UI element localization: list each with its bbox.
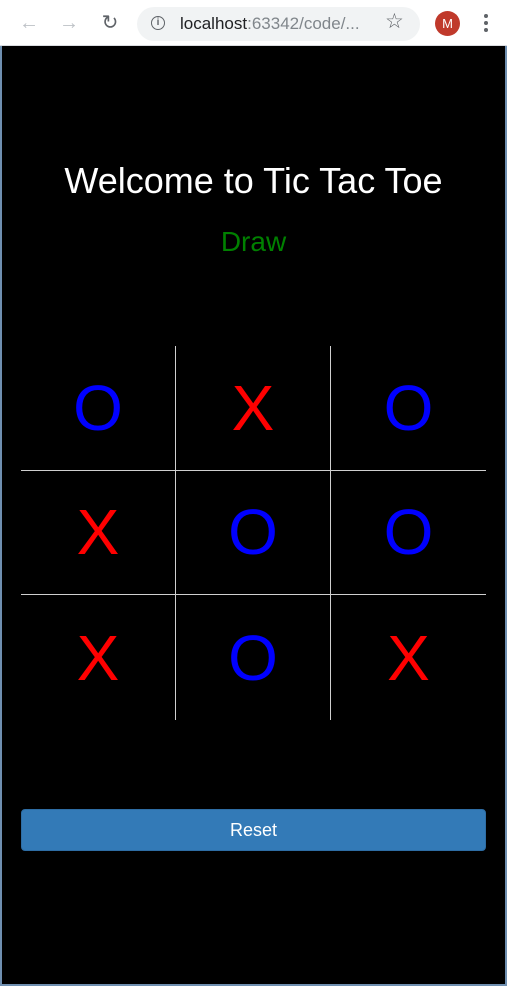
page-viewport: Welcome to Tic Tac Toe Draw O X O X O O … xyxy=(0,46,507,986)
board-cell[interactable]: X xyxy=(21,595,176,720)
board-cell[interactable]: X xyxy=(331,595,486,720)
back-arrow-icon[interactable]: ← xyxy=(15,9,43,37)
url-text[interactable]: localhost:63342/code/... xyxy=(180,14,360,34)
reset-button[interactable]: Reset xyxy=(21,809,486,851)
bookmark-star-icon[interactable]: ☆ xyxy=(385,11,404,32)
url-path: :63342/code/... xyxy=(247,14,360,33)
board-cell[interactable]: O xyxy=(21,346,176,471)
board-cell[interactable]: X xyxy=(176,346,331,471)
board-cell[interactable]: X xyxy=(21,470,176,596)
page-title: Welcome to Tic Tac Toe xyxy=(64,160,443,201)
board-cell[interactable]: O xyxy=(331,346,486,471)
board-cell[interactable]: O xyxy=(176,595,331,720)
reload-icon[interactable]: ↻ xyxy=(96,9,124,37)
url-host: localhost xyxy=(180,14,248,33)
game-board: O X O X O O X O X xyxy=(21,346,486,720)
board-cell[interactable]: O xyxy=(331,471,486,596)
info-icon[interactable]: i xyxy=(151,16,165,30)
board-cell[interactable]: O xyxy=(176,470,331,596)
more-menu-icon[interactable] xyxy=(478,10,494,36)
game-status: Draw xyxy=(220,226,287,257)
forward-arrow-icon[interactable]: → xyxy=(55,9,83,37)
browser-toolbar: ← → ↻ i localhost:63342/code/... ☆ M xyxy=(0,0,507,46)
address-bar[interactable]: i localhost:63342/code/... ☆ xyxy=(137,7,420,41)
profile-avatar[interactable]: M xyxy=(435,11,460,36)
